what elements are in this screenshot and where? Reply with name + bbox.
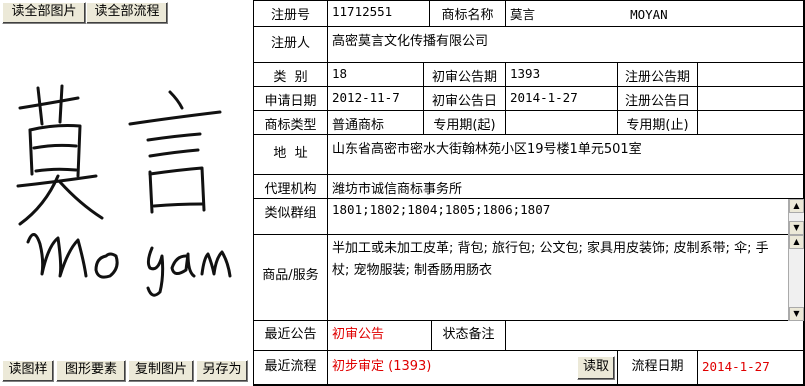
similar-groups-value: 1801;1802;1804;1805;1806;1807 xyxy=(328,199,804,235)
agent-label: 代理机构 xyxy=(254,175,328,199)
reg-issue-value xyxy=(698,63,804,87)
registrant-label: 注册人 xyxy=(254,27,328,63)
trademark-image xyxy=(0,26,250,358)
similar-groups-label: 类似群组 xyxy=(254,199,328,235)
exclusive-start-value xyxy=(506,111,618,135)
prelim-issue-label: 初审公告期 xyxy=(424,63,506,87)
mark-type-label: 商标类型 xyxy=(254,111,328,135)
scroll-down-icon[interactable]: ▼ xyxy=(789,307,804,321)
exclusive-start-label: 专用期(起) xyxy=(424,111,506,135)
scroll-up-icon[interactable]: ▲ xyxy=(789,199,804,213)
apply-date-label: 申请日期 xyxy=(254,87,328,111)
reg-date-label: 注册公告日 xyxy=(618,87,698,111)
process-date-value: 2014-1-27 xyxy=(698,351,804,385)
latest-process-label: 最近流程 xyxy=(254,351,328,385)
latest-process-value: 初步审定 (1393) xyxy=(328,351,618,385)
goods-value: 半加工或未加工皮革; 背包; 旅行包; 公文包; 家具用皮装饰; 皮制系带; 伞… xyxy=(328,235,804,321)
apply-date-value: 2012-11-7 xyxy=(328,87,424,111)
class-label: 类 别 xyxy=(254,63,328,87)
class-value: 18 xyxy=(328,63,424,87)
scroll-down-icon[interactable]: ▼ xyxy=(789,221,804,235)
agent-value: 潍坊市诚信商标事务所 xyxy=(328,175,804,199)
graphic-elements-button[interactable]: 图形要素 xyxy=(56,360,126,382)
copy-image-button[interactable]: 复制图片 xyxy=(128,360,194,382)
prelim-date-value: 2014-1-27 xyxy=(506,87,618,111)
mark-name-en: MOYAN xyxy=(630,7,668,22)
read-all-process-button[interactable]: 读全部流程 xyxy=(86,2,168,24)
exclusive-end-label: 专用期(止) xyxy=(618,111,698,135)
registrant-value: 高密莫言文化传播有限公司 xyxy=(328,27,804,63)
read-sample-button[interactable]: 读图样 xyxy=(2,360,54,382)
scroll-up-icon[interactable]: ▲ xyxy=(789,235,804,249)
read-process-button[interactable]: 读取 xyxy=(577,356,615,380)
prelim-issue-value: 1393 xyxy=(506,63,618,87)
process-date-label: 流程日期 xyxy=(618,351,698,385)
reg-date-value xyxy=(698,87,804,111)
mark-type-value: 普通商标 xyxy=(328,111,424,135)
address-value: 山东省高密市密水大街翰林苑小区19号楼1单元501室 xyxy=(328,135,804,175)
similar-groups-scrollbar[interactable]: ▲ ▼ xyxy=(788,199,804,235)
exclusive-end-value xyxy=(698,111,804,135)
trademark-logo-drawing xyxy=(16,84,232,297)
latest-notice-label: 最近公告 xyxy=(254,321,328,351)
mark-name-value: 莫言 MOYAN xyxy=(506,1,804,27)
trademark-record-table: 注册号 11712551 商标名称 莫言 MOYAN 注册人 高密莫言文化传播有… xyxy=(253,0,805,386)
status-note-value xyxy=(506,321,804,351)
goods-scrollbar[interactable]: ▲ ▼ xyxy=(788,235,804,321)
reg-issue-label: 注册公告期 xyxy=(618,63,698,87)
save-as-button[interactable]: 另存为 xyxy=(196,360,248,382)
read-all-images-button[interactable]: 读全部图片 xyxy=(2,2,86,24)
mark-name-label: 商标名称 xyxy=(430,1,506,27)
goods-label: 商品/服务 xyxy=(254,235,328,321)
latest-notice-value: 初审公告 xyxy=(328,321,432,351)
reg-no-label: 注册号 xyxy=(254,1,328,27)
mark-name-cn: 莫言 xyxy=(510,7,536,22)
status-note-label: 状态备注 xyxy=(432,321,506,351)
reg-no-value: 11712551 xyxy=(328,1,430,27)
prelim-date-label: 初审公告日 xyxy=(424,87,506,111)
address-label: 地 址 xyxy=(254,135,328,175)
